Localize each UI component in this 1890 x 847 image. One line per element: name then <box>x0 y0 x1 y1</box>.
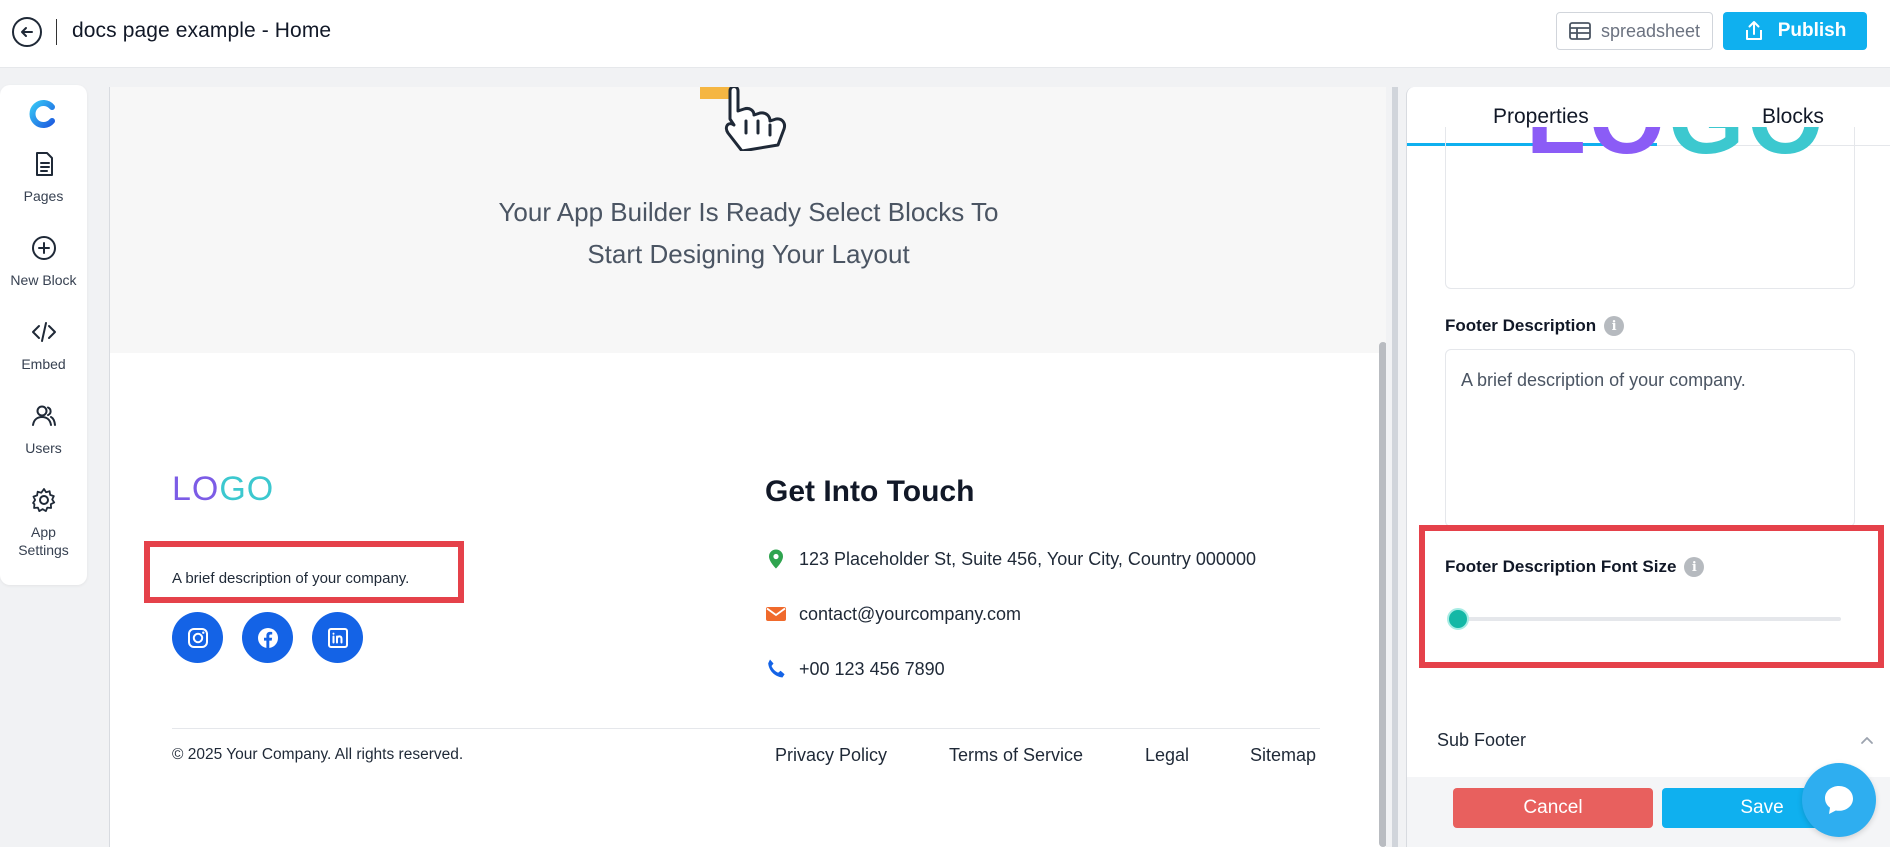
footer-logo-part1: LO <box>172 470 220 508</box>
address-text: 123 Placeholder St, Suite 456, Your City… <box>799 548 1256 569</box>
facebook-button[interactable] <box>242 612 293 663</box>
contact-phone[interactable]: +00 123 456 7890 <box>765 658 945 680</box>
hero-line-1: Your App Builder Is Ready Select Blocks … <box>498 197 999 227</box>
footer-description-label-text: Footer Description <box>1445 316 1597 335</box>
canvas-scrollbar[interactable] <box>1379 342 1386 847</box>
logo-preview-text: LOGO <box>1526 127 1827 176</box>
footer-link-privacy[interactable]: Privacy Policy <box>775 745 887 766</box>
hero-section: Your App Builder Is Ready Select Blocks … <box>110 87 1386 353</box>
page-title: docs page example - Home <box>72 19 332 42</box>
panel-divider-scrollbar[interactable] <box>1392 87 1398 847</box>
instagram-button[interactable] <box>172 612 223 663</box>
info-icon[interactable]: i <box>1604 316 1625 336</box>
brand-logo-icon <box>29 100 55 128</box>
plus-circle-icon <box>31 236 56 260</box>
sidebar-item-embed[interactable]: Embed <box>0 319 87 373</box>
page-canvas: Your App Builder Is Ready Select Blocks … <box>109 87 1386 847</box>
copyright-text: © 2025 Your Company. All rights reserved… <box>172 746 464 763</box>
footer-divider <box>172 728 1320 729</box>
cancel-button[interactable]: Cancel <box>1453 788 1653 828</box>
footer-description-input[interactable]: A brief description of your company. <box>1445 349 1855 527</box>
top-bar: docs page example - Home spreadsheet Pub… <box>0 0 1890 68</box>
info-icon[interactable]: i <box>1684 557 1705 577</box>
logo-preview-part1: LO <box>1526 127 1668 174</box>
sidebar-item-label: Embed <box>21 356 66 372</box>
logo-preview[interactable]: LOGO <box>1445 127 1855 289</box>
font-size-slider-thumb[interactable] <box>1447 608 1469 630</box>
footer-link-legal[interactable]: Legal <box>1145 745 1189 766</box>
sidebar-item-pages[interactable]: Pages <box>0 151 87 205</box>
code-icon <box>31 322 56 342</box>
font-size-label: Footer Description Font Size i <box>1445 557 1705 577</box>
sub-footer-section-title[interactable]: Sub Footer <box>1437 730 1526 751</box>
sidebar-item-label: Pages <box>23 188 64 204</box>
chat-bubble-icon <box>1825 786 1853 814</box>
gear-icon <box>31 488 55 512</box>
email-text: contact@yourcompany.com <box>799 603 1022 624</box>
document-icon <box>35 152 53 176</box>
logo-preview-part2: GO <box>1668 127 1826 174</box>
font-size-highlight-box <box>1419 525 1884 668</box>
publish-button[interactable]: Publish <box>1723 12 1867 50</box>
tab-blocks[interactable]: Blocks <box>1762 105 1824 129</box>
hero-message: Your App Builder Is Ready Select Blocks … <box>110 191 1386 275</box>
footer-description-label: Footer Description i <box>1445 316 1625 336</box>
instagram-icon <box>187 627 208 648</box>
contact-address: 123 Placeholder St, Suite 456, Your City… <box>765 548 1256 570</box>
title-separator <box>56 19 57 45</box>
tab-properties[interactable]: Properties <box>1493 105 1589 129</box>
contact-email[interactable]: contact@yourcompany.com <box>765 603 1021 625</box>
sidebar-item-label: Users <box>25 440 62 456</box>
contact-heading: Get Into Touch <box>765 475 975 508</box>
font-size-slider-track[interactable] <box>1451 617 1841 621</box>
facebook-icon <box>257 627 278 648</box>
chat-support-button[interactable] <box>1802 763 1876 837</box>
sidebar-item-new-block[interactable]: New Block <box>0 235 87 289</box>
phone-text: +00 123 456 7890 <box>799 658 945 679</box>
spreadsheet-button[interactable]: spreadsheet <box>1556 12 1713 50</box>
footer-logo-part2: GO <box>219 470 275 508</box>
font-size-label-text: Footer Description Font Size <box>1445 557 1677 576</box>
sidebar-item-users[interactable]: Users <box>0 403 87 457</box>
arrow-left-icon <box>21 27 33 37</box>
spreadsheet-label: spreadsheet <box>1600 20 1701 41</box>
location-pin-icon <box>769 549 783 569</box>
table-icon <box>1569 22 1591 40</box>
pointing-hand-icon <box>700 87 786 151</box>
footer-link-terms[interactable]: Terms of Service <box>949 745 1083 766</box>
phone-icon <box>768 659 785 678</box>
back-button[interactable] <box>12 17 42 47</box>
sidebar-item-app-settings[interactable]: App Settings <box>0 487 87 559</box>
linkedin-icon <box>327 627 348 648</box>
users-icon <box>31 405 56 426</box>
chevron-up-icon[interactable] <box>1859 732 1875 748</box>
sidebar-item-label: App Settings <box>18 524 69 558</box>
sidebar-item-label: New Block <box>10 272 77 288</box>
left-sidebar: Pages New Block Embed Users App Settings <box>0 85 87 585</box>
properties-panel: Properties Blocks LOGO Footer Descriptio… <box>1406 87 1890 847</box>
upload-icon <box>1745 21 1762 40</box>
linkedin-button[interactable] <box>312 612 363 663</box>
publish-label: Publish <box>1777 20 1847 41</box>
footer-link-sitemap[interactable]: Sitemap <box>1250 745 1316 766</box>
envelope-icon <box>766 607 786 621</box>
hero-line-2: Start Designing Your Layout <box>587 239 910 269</box>
footer-description[interactable]: A brief description of your company. <box>172 570 409 587</box>
footer-logo[interactable]: LOGO <box>172 470 274 509</box>
